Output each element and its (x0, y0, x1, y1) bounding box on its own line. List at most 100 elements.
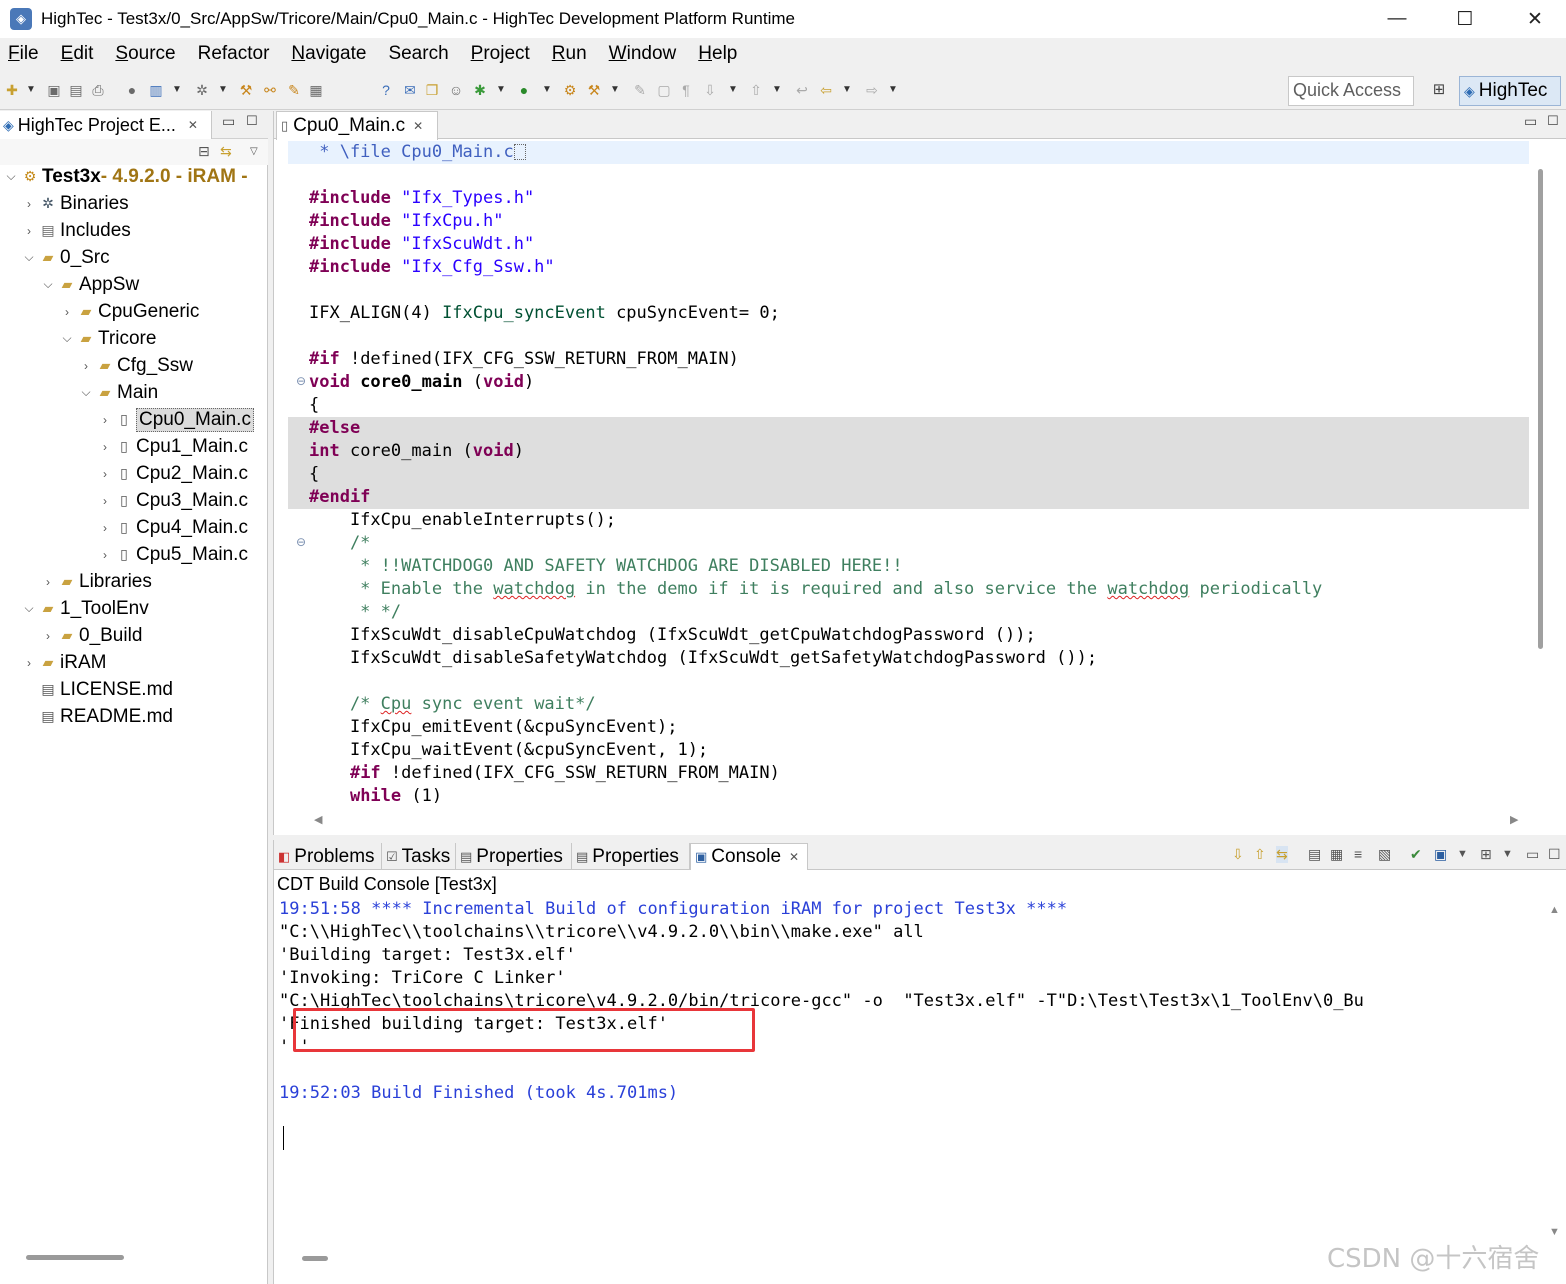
chevron-down-icon[interactable]: ⌵ (22, 601, 36, 616)
profile-icon[interactable]: ☺ (448, 82, 464, 98)
chevron-right-icon[interactable]: › (41, 629, 55, 643)
forward-dropdown-icon[interactable]: ▼ (888, 84, 898, 95)
tree-item-0-build[interactable]: › ▰ 0_Build (41, 622, 142, 649)
scroll-down-icon[interactable]: ⇩ (1232, 846, 1244, 863)
next-annotation-dropdown-icon[interactable]: ▼ (728, 84, 738, 95)
menu-window[interactable]: Window (609, 43, 677, 65)
tree-item-includes[interactable]: › ▤ Includes (22, 217, 131, 244)
build-dropdown-icon[interactable]: ▼ (172, 84, 182, 95)
menu-search[interactable]: Search (388, 43, 448, 65)
maximize-button[interactable]: ☐ (1430, 0, 1500, 38)
chevron-right-icon[interactable]: › (60, 305, 74, 319)
run-icon[interactable]: ● (516, 82, 532, 98)
close-icon[interactable]: ✕ (789, 850, 799, 864)
prev-annotation-dropdown-icon[interactable]: ▼ (772, 84, 782, 95)
chevron-right-icon[interactable]: › (41, 575, 55, 589)
tree-item-cpu1-main[interactable]: › ▯ Cpu1_Main.c (98, 433, 248, 460)
mail-icon[interactable]: ✉ (402, 82, 418, 98)
tree-item-appsw[interactable]: ⌵ ▰ AppSw (41, 271, 139, 298)
tree-item-cpu0-main[interactable]: › ▯ Cpu0_Main.c (98, 406, 254, 433)
debug-dropdown-icon[interactable]: ▼ (496, 84, 506, 95)
terminal-icon[interactable]: ▦ (308, 82, 324, 98)
open-console-dropdown-icon[interactable]: ▼ (1502, 848, 1513, 860)
bug-icon[interactable]: ✱ (472, 82, 488, 98)
tool-dropdown-icon[interactable]: ▼ (610, 84, 620, 95)
menu-navigate[interactable]: Navigate (291, 43, 366, 65)
tree-item-cpu5-main[interactable]: › ▯ Cpu5_Main.c (98, 541, 248, 568)
chevron-right-icon[interactable]: › (98, 467, 112, 481)
wrench-icon[interactable]: ⚒ (238, 82, 254, 98)
scroll-up-arrow-icon[interactable]: ▲ (1549, 904, 1560, 916)
chevron-right-icon[interactable]: › (22, 224, 36, 238)
next-annotation-icon[interactable]: ⇩ (702, 82, 718, 98)
open-perspective-icon[interactable]: ⊞ (1428, 80, 1450, 102)
run-dropdown-icon[interactable]: ▼ (542, 84, 552, 95)
menu-run[interactable]: Run (552, 43, 587, 65)
display-console-dropdown-icon[interactable]: ▼ (1457, 848, 1468, 860)
tree-item-cpu4-main[interactable]: › ▯ Cpu4_Main.c (98, 514, 248, 541)
chevron-right-icon[interactable]: › (98, 413, 112, 427)
scroll-up-icon[interactable]: ⇧ (1254, 846, 1266, 863)
tool-icon[interactable]: ⚒ (586, 82, 602, 98)
chevron-down-icon[interactable]: ⌵ (79, 385, 93, 400)
tree-item-cpu2-main[interactable]: › ▯ Cpu2_Main.c (98, 460, 248, 487)
remove-launch-icon[interactable]: ▧ (1378, 846, 1391, 863)
view-menu-icon[interactable]: ▽ (250, 146, 258, 157)
build-icon[interactable]: ▥ (148, 82, 164, 98)
tree-item-0-src[interactable]: ⌵ ▰ 0_Src (22, 244, 109, 271)
link-icon[interactable]: ⚯ (262, 82, 278, 98)
tree-item-libraries[interactable]: › ▰ Libraries (41, 568, 152, 595)
scroll-right-icon[interactable]: ▶ (1510, 813, 1518, 826)
clear-console-icon[interactable]: ▤ (1308, 846, 1321, 863)
block-icon[interactable]: ▢ (656, 82, 672, 98)
tree-item-tricore[interactable]: ⌵ ▰ Tricore (60, 325, 156, 352)
tree-item-readme[interactable]: ▤ README.md (22, 703, 173, 730)
chevron-down-icon[interactable]: ⌵ (60, 331, 74, 346)
chevron-right-icon[interactable]: › (79, 359, 93, 373)
scroll-lock-icon[interactable]: ⇆ (1276, 846, 1288, 863)
maximize-editor-icon[interactable]: ☐ (1547, 113, 1559, 129)
link-editor-icon[interactable]: ⇆ (220, 143, 232, 160)
menu-help[interactable]: Help (698, 43, 737, 65)
last-edit-icon[interactable]: ↩ (794, 82, 810, 98)
save-all-icon[interactable]: ▤ (68, 82, 84, 98)
minimize-view-icon[interactable]: ▭ (1526, 846, 1539, 863)
collapse-all-icon[interactable]: ⊟ (198, 143, 210, 160)
debug-config-icon[interactable]: ✲ (194, 82, 210, 98)
tree-item-cfg-ssw[interactable]: › ▰ Cfg_Ssw (79, 352, 193, 379)
tree-item-iram[interactable]: › ▰ iRAM (22, 649, 106, 676)
stop-icon[interactable]: ● (124, 82, 140, 98)
quick-access-input[interactable]: Quick Access (1288, 76, 1414, 106)
prev-annotation-icon[interactable]: ⇧ (748, 82, 764, 98)
format-icon[interactable]: ¶ (678, 82, 694, 98)
chevron-right-icon[interactable]: › (22, 197, 36, 211)
forward-icon[interactable]: ⇨ (864, 82, 880, 98)
tree-item-license[interactable]: ▤ LICENSE.md (22, 676, 173, 703)
chevron-right-icon[interactable]: › (98, 521, 112, 535)
edit-icon[interactable]: ✎ (286, 82, 302, 98)
close-icon[interactable]: ✕ (413, 119, 423, 133)
save-icon[interactable]: ▣ (46, 82, 62, 98)
tab-properties-2[interactable]: ▤ Properties (572, 843, 690, 870)
tab-problems[interactable]: ◧ Problems (274, 843, 382, 870)
chevron-right-icon[interactable]: › (98, 548, 112, 562)
pin-console-icon[interactable]: ✔ (1410, 846, 1422, 863)
new-dropdown-icon[interactable]: ▼ (26, 84, 36, 95)
open-console-icon[interactable]: ⊞ (1480, 846, 1492, 863)
chevron-right-icon[interactable]: › (98, 494, 112, 508)
tab-project-explorer[interactable]: ◈ HighTec Project E... ✕ (0, 111, 212, 139)
display-console-icon[interactable]: ▣ (1434, 846, 1447, 863)
minimize-view-icon[interactable]: ▭ (222, 113, 235, 130)
print-icon[interactable]: ⎙ (90, 82, 106, 98)
close-icon[interactable]: ✕ (188, 118, 198, 132)
horizontal-scrollbar[interactable] (26, 1255, 124, 1260)
scroll-down-arrow-icon[interactable]: ▼ (1549, 1226, 1560, 1238)
tab-console[interactable]: ▣ Console ✕ (690, 843, 808, 870)
menu-edit[interactable]: Edit (61, 43, 94, 65)
tree-item-binaries[interactable]: › ✲ Binaries (22, 190, 129, 217)
menu-source[interactable]: Source (115, 43, 175, 65)
scroll-left-icon[interactable]: ◀ (314, 813, 322, 826)
chevron-right-icon[interactable]: › (98, 440, 112, 454)
tree-item-cpu3-main[interactable]: › ▯ Cpu3_Main.c (98, 487, 248, 514)
close-button[interactable]: ✕ (1500, 0, 1566, 38)
